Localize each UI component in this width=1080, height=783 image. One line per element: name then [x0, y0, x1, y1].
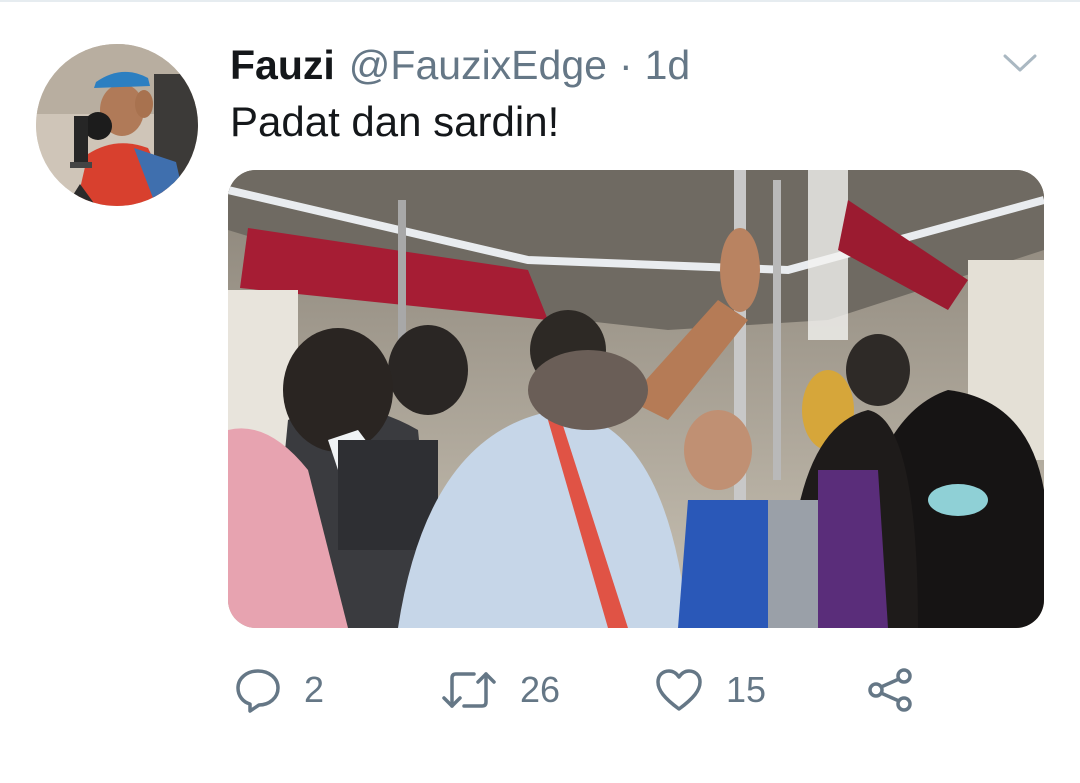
avatar[interactable] — [36, 44, 198, 206]
retweet-icon — [442, 672, 496, 708]
heart-icon — [656, 669, 702, 711]
share-button[interactable] — [866, 662, 914, 718]
separator-dot: · — [618, 41, 633, 88]
reply-count: 2 — [304, 669, 325, 710]
avatar-image — [36, 44, 198, 206]
tweet-actions: 2 26 15 — [230, 662, 930, 718]
tweet-header: Fauzi @FauzixEdge · 1d — [230, 40, 690, 90]
chevron-down-icon — [1003, 54, 1037, 72]
share-icon — [868, 668, 912, 712]
like-count: 15 — [726, 669, 767, 710]
display-name[interactable]: Fauzi — [230, 42, 335, 89]
user-handle[interactable]: @FauzixEdge — [349, 42, 607, 89]
tweet-card[interactable]: Fauzi @FauzixEdge · 1d Padat dan sardin! — [0, 0, 1080, 783]
retweet-button[interactable]: 26 — [440, 662, 560, 718]
like-button[interactable]: 15 — [654, 662, 766, 718]
timestamp[interactable]: 1d — [645, 42, 691, 89]
reply-icon — [236, 669, 280, 713]
retweet-count: 26 — [520, 669, 561, 710]
reply-button[interactable]: 2 — [234, 662, 324, 718]
tweet-text: Padat dan sardin! — [230, 98, 560, 145]
tweet-menu-button[interactable] — [998, 48, 1042, 78]
train-crowd-photo — [228, 170, 1044, 628]
divider — [0, 0, 1080, 2]
tweet-photo[interactable] — [228, 170, 1044, 628]
